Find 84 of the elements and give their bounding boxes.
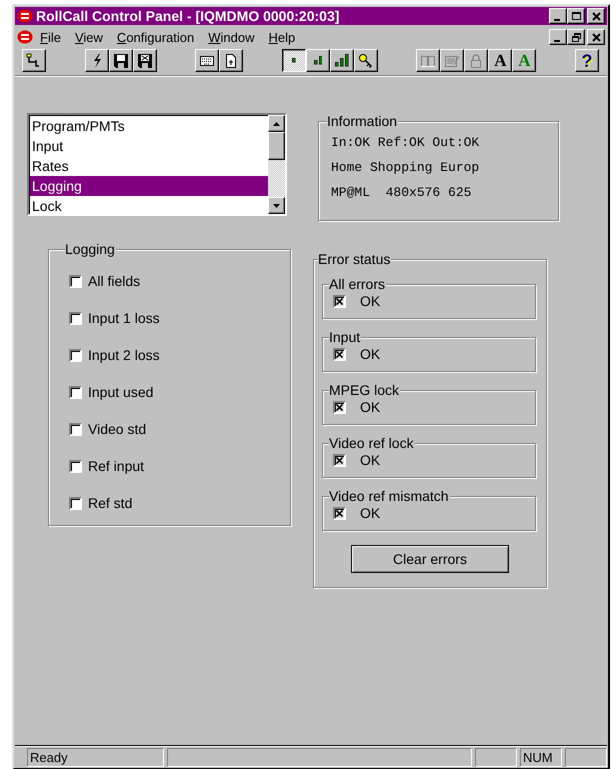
menu-item[interactable]: View [68, 30, 110, 44]
group-label: Input [329, 329, 362, 345]
window-title: RollCall Control Panel - [IQMDMO 0000:20:03] [36, 8, 340, 24]
info-text: In:OK Ref:OK Out:OK [331, 135, 480, 150]
group-label: Information [327, 113, 398, 129]
app-icon[interactable] [17, 9, 33, 23]
clear-errors-button[interactable]: Clear errors [351, 545, 509, 573]
checkbox[interactable] [333, 454, 346, 466]
minimize-button[interactable] [549, 29, 567, 45]
info-text: MP@ML 480x576 625 [331, 185, 472, 200]
font-button[interactable]: A [488, 49, 512, 72]
status-pane [565, 748, 607, 767]
status-text: NUM [523, 750, 553, 765]
bar-chart-icon [335, 54, 349, 67]
close-icon [590, 10, 602, 22]
checkbox-label: Input used [88, 384, 154, 400]
minimize-icon [554, 40, 560, 42]
list-item[interactable]: Logging [30, 176, 268, 196]
menu-item[interactable]: Window [201, 30, 262, 44]
status-text: OK [360, 399, 380, 415]
key-icon [358, 52, 374, 68]
maximize-icon [570, 10, 582, 22]
plug-icon [26, 52, 42, 68]
checkbox[interactable] [69, 312, 82, 324]
list-item[interactable]: Lock [30, 196, 268, 216]
group-label: MPEG lock [329, 382, 400, 398]
toolbar-button[interactable] [282, 49, 306, 72]
menu-item[interactable]: Configuration [110, 30, 202, 44]
checkbox[interactable] [333, 400, 346, 414]
close-icon [590, 32, 602, 42]
bar-chart-icon [292, 58, 296, 63]
checkbox-label: Ref input [88, 458, 144, 474]
group-label: Error status [318, 251, 392, 267]
checkbox[interactable] [333, 294, 346, 308]
cross-mark-icon [336, 456, 343, 464]
status-text: Ready [30, 750, 68, 765]
close-button[interactable] [587, 8, 605, 24]
checkbox-label: Input 2 loss [88, 347, 160, 363]
checkbox-label: Ref std [88, 495, 132, 511]
restore-button[interactable] [567, 29, 585, 45]
app-icon[interactable] [17, 30, 33, 44]
group-label: Logging [65, 241, 116, 257]
list-item[interactable]: Rates [30, 156, 268, 176]
checkbox-label: All fields [88, 273, 140, 289]
scroll-thumb[interactable] [268, 132, 285, 160]
menu-item[interactable]: Help [262, 30, 302, 44]
checkbox[interactable] [69, 422, 82, 436]
scroll-up-button[interactable] [268, 115, 285, 132]
status-text: OK [360, 505, 380, 521]
status-text: OK [360, 293, 380, 309]
status-text: OK [360, 452, 380, 468]
checkbox-label: Video std [88, 421, 146, 437]
checkbox[interactable] [69, 460, 82, 472]
group-label: Video ref lock [329, 435, 415, 451]
info-text: Home Shopping Europ [331, 160, 480, 175]
list-item[interactable]: Input [30, 136, 268, 156]
bar-chart-icon [314, 56, 322, 65]
scroll-down-button[interactable] [268, 197, 285, 214]
cross-mark-icon [336, 404, 343, 410]
cross-mark-icon [336, 350, 343, 358]
checkbox[interactable] [333, 506, 346, 520]
help-button[interactable]: ? [574, 49, 599, 72]
cross-mark-icon [336, 298, 343, 304]
maximize-button[interactable] [567, 8, 585, 24]
minimize-button[interactable] [549, 8, 567, 24]
group-label: All errors [329, 276, 386, 292]
close-button[interactable] [587, 29, 605, 45]
checkbox[interactable] [69, 348, 82, 362]
group-label: Video ref mismatch [329, 488, 450, 504]
cross-mark-icon [336, 510, 343, 516]
scrollbar[interactable] [268, 115, 285, 214]
checkbox[interactable] [69, 274, 82, 288]
checkbox[interactable] [69, 496, 82, 510]
up-arrow-icon [273, 122, 280, 126]
status-pane [475, 748, 517, 767]
checkbox[interactable] [333, 348, 346, 360]
minimize-icon [554, 18, 560, 20]
menu-item[interactable]: File [33, 30, 68, 44]
status-text: OK [360, 346, 380, 362]
restore-icon [570, 32, 582, 42]
checkbox[interactable] [69, 386, 82, 398]
down-arrow-icon [273, 204, 280, 208]
checkbox-label: Input 1 loss [88, 310, 160, 326]
list-item[interactable]: Program/PMTs [30, 116, 268, 136]
